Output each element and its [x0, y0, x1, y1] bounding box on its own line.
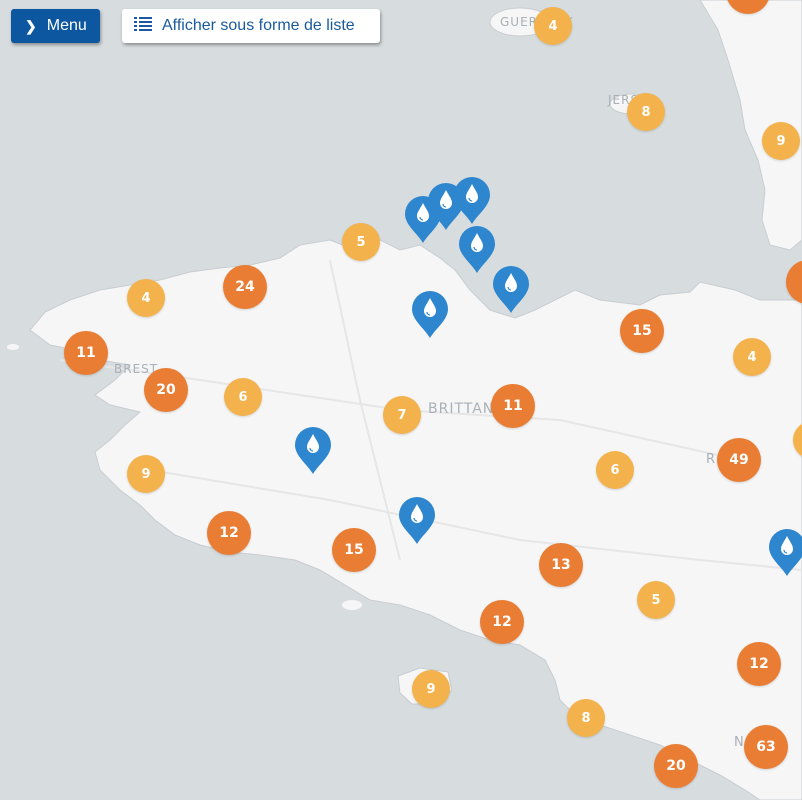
water-drop-marker[interactable] — [452, 176, 492, 226]
cluster-marker[interactable]: 15 — [332, 528, 376, 572]
cluster-marker[interactable]: 8 — [627, 93, 665, 131]
water-drop-marker[interactable] — [767, 528, 802, 578]
place-label-rennes: R — [706, 452, 717, 467]
chevron-right-icon: ❯ — [25, 17, 37, 34]
water-drop-icon — [454, 177, 490, 224]
water-drop-icon — [493, 266, 529, 313]
cluster-marker[interactable]: 5 — [342, 223, 380, 261]
cluster-marker[interactable]: 6 — [224, 378, 262, 416]
cluster-marker[interactable]: 9 — [412, 670, 450, 708]
list-view-button-label: Afficher sous forme de liste — [162, 17, 355, 34]
water-drop-marker[interactable] — [491, 265, 531, 315]
cluster-marker[interactable]: 6 — [596, 451, 634, 489]
water-drop-icon — [412, 291, 448, 338]
cluster-marker[interactable]: 63 — [744, 725, 788, 769]
cluster-marker[interactable]: 13 — [539, 543, 583, 587]
cluster-marker[interactable]: 4 — [127, 279, 165, 317]
cluster-marker[interactable]: 49 — [717, 438, 761, 482]
cluster-marker[interactable]: 20 — [144, 368, 188, 412]
water-drop-icon — [769, 529, 802, 576]
cluster-marker[interactable]: 12 — [480, 600, 524, 644]
menu-button[interactable]: ❯ Menu — [11, 9, 100, 43]
water-drop-icon — [295, 427, 331, 474]
cluster-marker[interactable]: 11 — [64, 331, 108, 375]
cluster-marker[interactable]: 5 — [637, 581, 675, 619]
cluster-marker[interactable]: 9 — [762, 122, 800, 160]
water-drop-marker[interactable] — [397, 496, 437, 546]
cluster-marker[interactable]: 4 — [733, 338, 771, 376]
cluster-marker[interactable]: 11 — [491, 384, 535, 428]
cluster-marker[interactable]: 15 — [620, 309, 664, 353]
cluster-marker[interactable]: 12 — [207, 511, 251, 555]
list-view-button[interactable]: Afficher sous forme de liste — [122, 9, 380, 43]
water-drop-marker[interactable] — [293, 426, 333, 476]
cluster-marker[interactable]: 9 — [127, 455, 165, 493]
cluster-marker[interactable]: 7 — [383, 396, 421, 434]
map[interactable]: GUERNSEY JERSEY BREST BRITTANY R N 4 8 9… — [0, 0, 802, 800]
cluster-marker[interactable]: 20 — [654, 744, 698, 788]
water-drop-marker[interactable] — [410, 290, 450, 340]
water-drop-icon — [399, 497, 435, 544]
cluster-marker[interactable]: 24 — [223, 265, 267, 309]
cluster-marker[interactable]: 12 — [737, 642, 781, 686]
cluster-marker[interactable]: 4 — [534, 7, 572, 45]
cluster-marker[interactable]: 8 — [567, 699, 605, 737]
list-icon — [134, 16, 152, 36]
menu-button-label: Menu — [46, 17, 87, 34]
